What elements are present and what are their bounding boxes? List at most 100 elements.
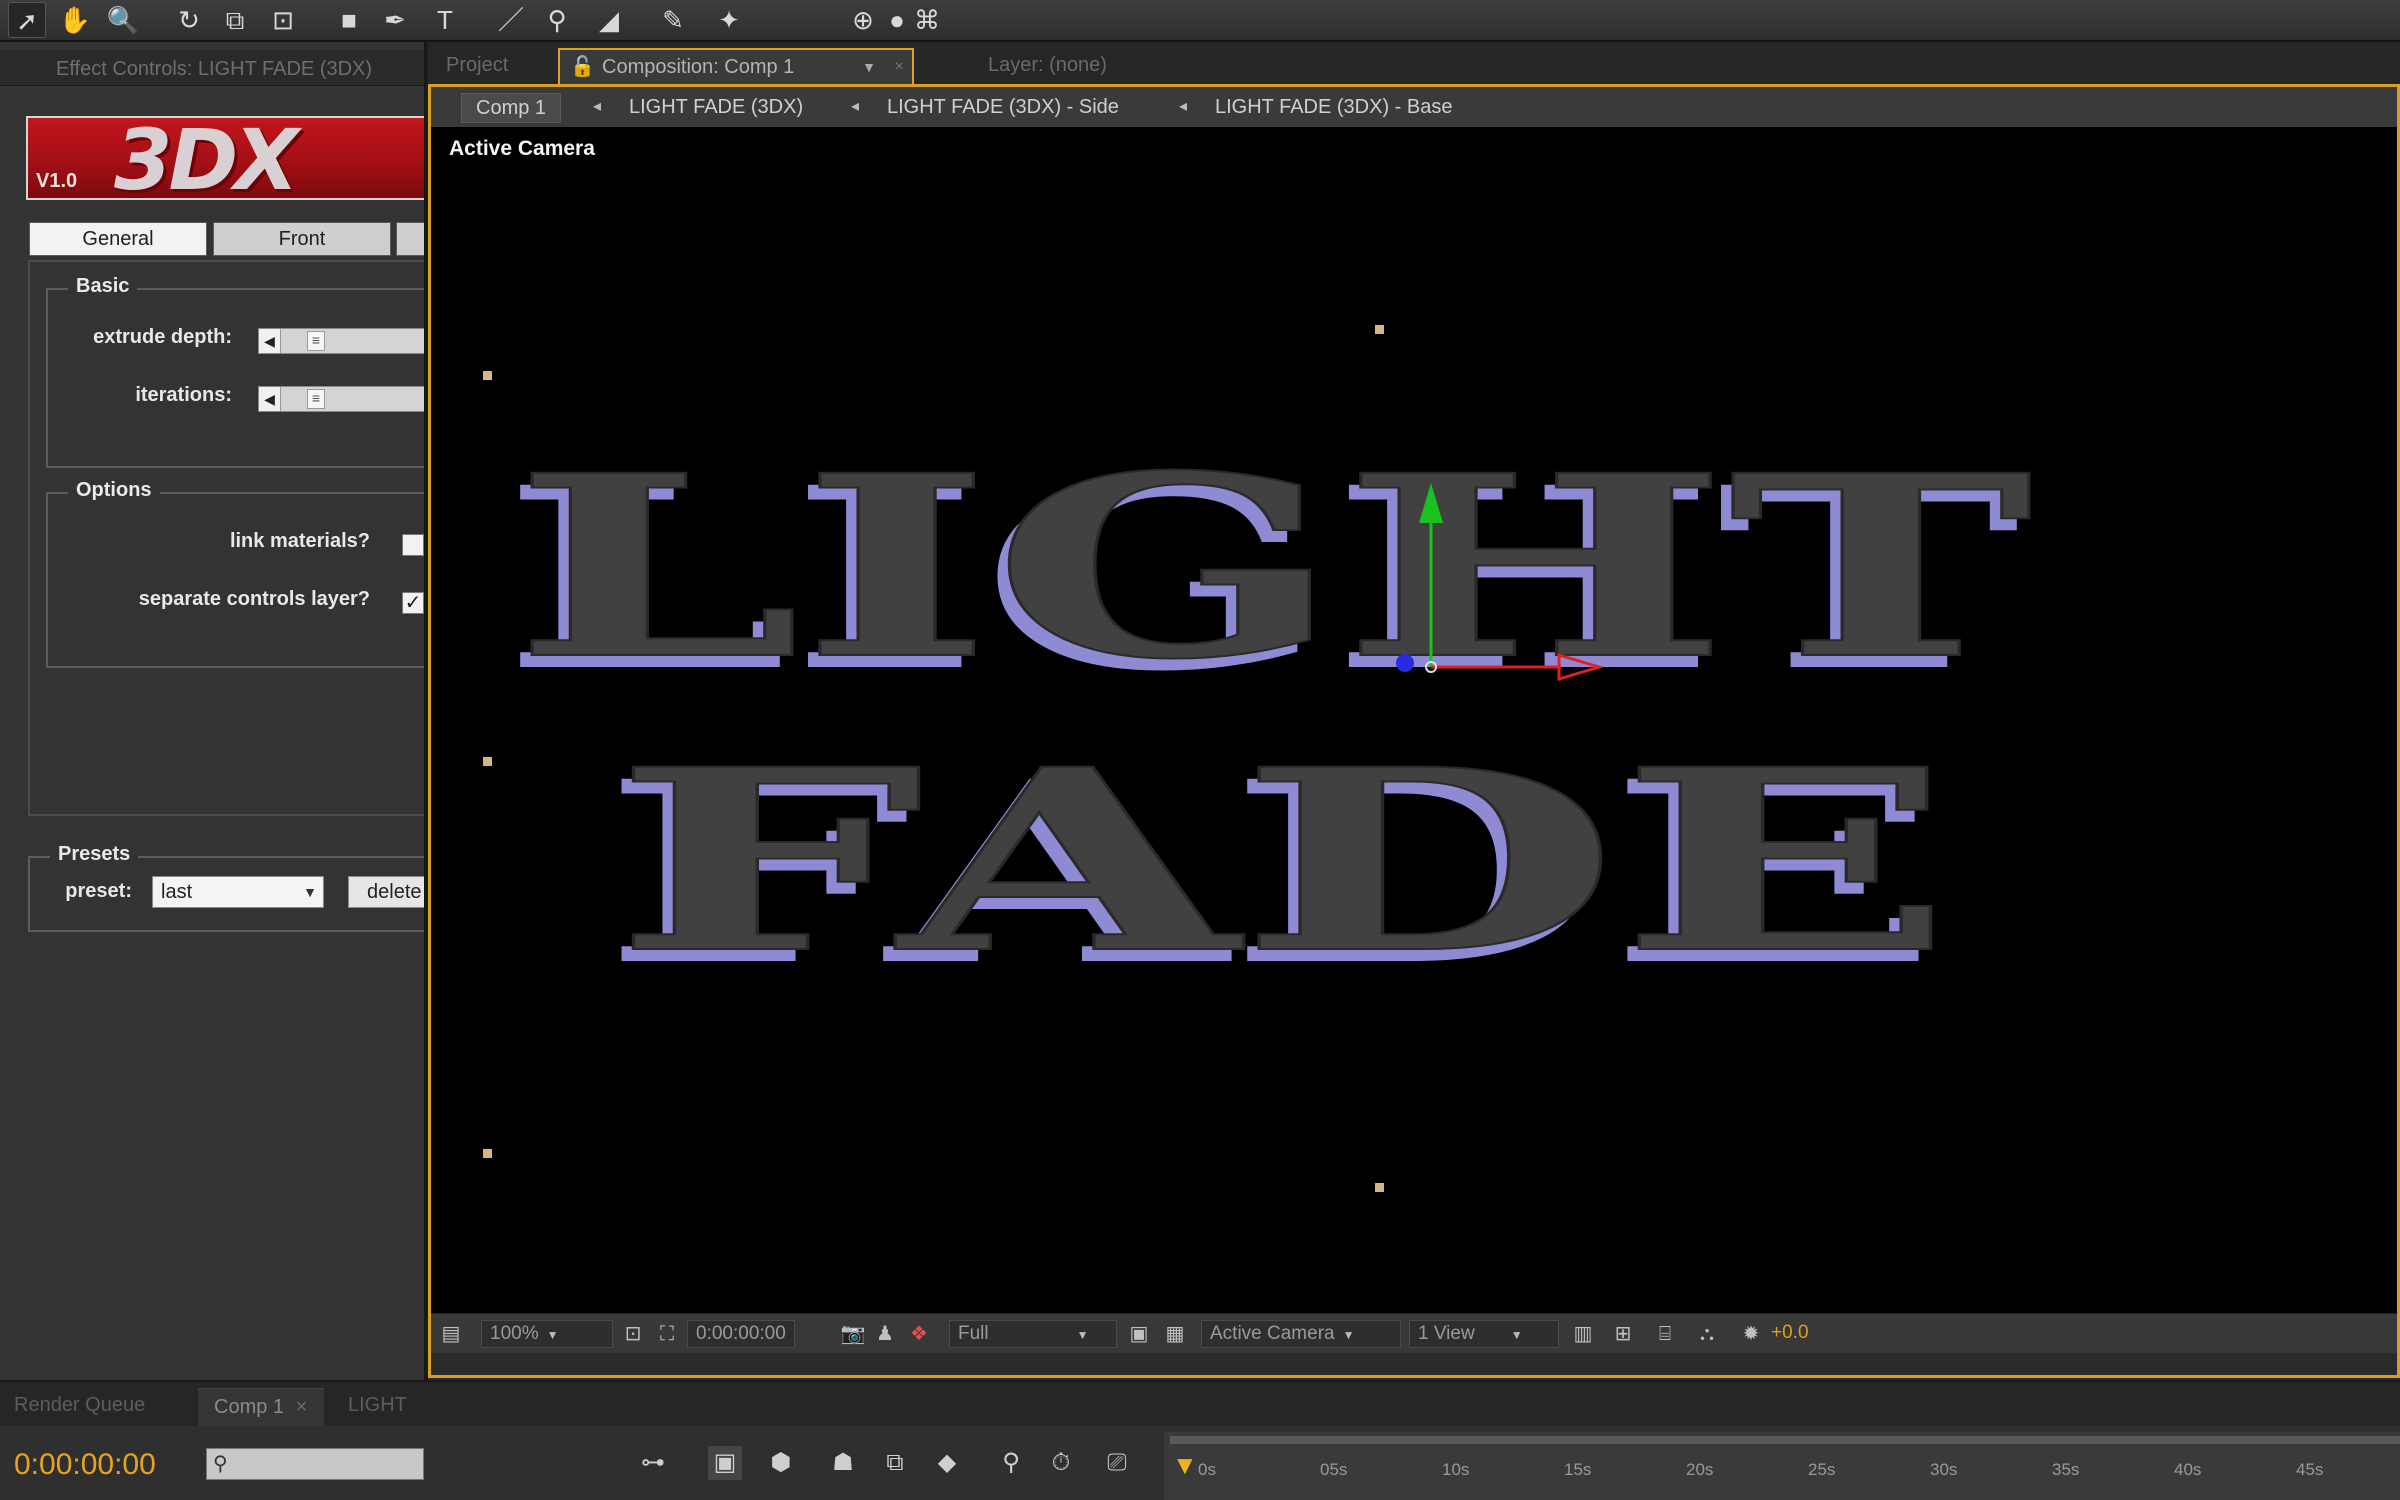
composition-viewer[interactable]: Active Camera LIGHT FADE LIGHT FADE — [431, 127, 2397, 1313]
breadcrumb-light-fade-base[interactable]: LIGHT FADE (3DX) - Base — [1215, 93, 1452, 121]
close-icon[interactable]: × — [296, 1396, 308, 1418]
tab-render-queue[interactable]: Render Queue — [14, 1394, 145, 1417]
show-snapshot-icon[interactable]: ♟ — [871, 1320, 899, 1348]
effect-controls-tab[interactable]: Effect Controls: LIGHT FADE (3DX) — [0, 50, 424, 86]
brush-tool-icon[interactable]: ／ — [492, 2, 530, 38]
camera-tool-icon[interactable]: ⧉ — [216, 2, 254, 38]
magnification-select[interactable]: 100% ▼ — [481, 1320, 613, 1348]
tab-layer[interactable]: Layer: (none) — [988, 48, 1107, 84]
chevron-down-icon[interactable]: ▼ — [862, 50, 876, 84]
local-axis-mode-icon[interactable]: ⊕ — [844, 2, 882, 38]
snapshot-icon[interactable]: 📷 — [839, 1320, 867, 1348]
resolution-select[interactable]: Full ▼ — [949, 1320, 1117, 1348]
chevron-down-icon: ▼ — [1510, 1328, 1523, 1342]
ruler-tick-label: 35s — [2052, 1460, 2080, 1479]
view-layout-value: 1 View — [1418, 1323, 1475, 1344]
draft-3d-icon[interactable]: ⬢ — [764, 1446, 798, 1480]
breadcrumb-separator-icon: ◂ — [1179, 98, 1188, 115]
tab-composition[interactable]: 🔓 Composition: Comp 1 ▼ × — [558, 48, 914, 84]
plugin-logo: 3DX — [114, 116, 299, 200]
lock-icon[interactable]: 🔓 — [570, 50, 595, 84]
text-front-faces: LIGHT FADE — [512, 419, 2034, 1009]
camera-view-select[interactable]: Active Camera ▼ — [1201, 1320, 1401, 1348]
ruler-tick-label: 0s — [1198, 1460, 1216, 1479]
composition-mini-flowchart-icon[interactable]: ⊶ — [636, 1446, 670, 1480]
breadcrumb-separator-icon: ◂ — [851, 98, 860, 115]
view-axis-mode-icon[interactable]: ⌘ — [908, 2, 946, 38]
current-time-display[interactable]: 0:00:00:00 — [687, 1320, 795, 1348]
panel-tab-bar: Project 🔓 Composition: Comp 1 ▼ × Layer:… — [428, 42, 2400, 84]
general-frame — [28, 260, 424, 816]
frame-blending-icon[interactable]: ⧉ — [878, 1446, 912, 1480]
breadcrumb-light-fade[interactable]: LIGHT FADE (3DX) — [629, 93, 803, 121]
tab-light[interactable]: LIGHT — [348, 1394, 407, 1417]
tab-composition-label: Composition: Comp 1 — [602, 56, 795, 78]
breadcrumb-separator-icon: ◂ — [593, 98, 602, 115]
fast-preview-toggle-icon[interactable]: ⊞ — [1609, 1320, 1637, 1348]
hand-tool-icon[interactable]: ✋ — [56, 2, 94, 38]
work-area-bar[interactable] — [1170, 1436, 2400, 1444]
clone-stamp-tool-icon[interactable]: ⚲ — [538, 2, 576, 38]
fit-icon[interactable]: ⊡ — [619, 1320, 647, 1348]
rectangle-tool-icon[interactable]: ■ — [330, 2, 368, 38]
camera-view-value: Active Camera — [1210, 1323, 1335, 1344]
view-layout-select[interactable]: 1 View ▼ — [1409, 1320, 1559, 1348]
preset-value: last — [161, 881, 193, 903]
effect-controls-tab-label: Effect Controls: LIGHT FADE (3DX) — [56, 58, 373, 80]
chevron-down-icon: ▼ — [1076, 1328, 1089, 1342]
pen-tool-icon[interactable]: ✒ — [376, 2, 414, 38]
close-icon[interactable]: × — [895, 50, 904, 84]
transparency-grid-icon[interactable]: ▦ — [1161, 1320, 1189, 1348]
breadcrumb-comp-1[interactable]: Comp 1 — [461, 93, 562, 123]
exposure-icon[interactable]: ✹ — [1737, 1320, 1765, 1348]
auto-keyframe-icon[interactable]: ⏱ — [1044, 1446, 1078, 1480]
tab-front[interactable]: Front — [213, 222, 391, 256]
ruler-tick-label: 20s — [1686, 1460, 1714, 1479]
timeline-tab-bar: Render Queue Comp 1 × LIGHT — [0, 1382, 2400, 1426]
always-preview-icon[interactable]: ▤ — [437, 1320, 465, 1348]
pan-behind-tool-icon[interactable]: ⊡ — [264, 2, 302, 38]
rotation-tool-icon[interactable]: ↻ — [170, 2, 208, 38]
word-fade[interactable]: FADE — [612, 713, 1954, 1009]
zoom-tool-icon[interactable]: 🔍 — [104, 2, 142, 38]
live-update-icon[interactable]: ▣ — [708, 1446, 742, 1480]
fast-previews-icon[interactable]: ▣ — [1125, 1320, 1153, 1348]
tab-comp-1-label: Comp 1 — [214, 1396, 285, 1418]
ruler-tick-label: 05s — [1320, 1460, 1348, 1479]
breadcrumb-light-fade-side[interactable]: LIGHT FADE (3DX) - Side — [887, 93, 1119, 121]
toggle-pixel-aspect-icon[interactable]: ▥ — [1569, 1320, 1597, 1348]
tab-comp-1[interactable]: Comp 1 × — [198, 1388, 324, 1426]
exposure-value[interactable]: +0.0 — [1771, 1320, 1809, 1348]
magnification-value: 100% — [490, 1323, 539, 1344]
preset-label: preset: — [65, 880, 132, 902]
graph-editor-icon[interactable]: ⎚ — [1100, 1446, 1134, 1480]
composition-frame: Comp 1 ◂ LIGHT FADE (3DX) ◂ LIGHT FADE (… — [428, 84, 2400, 1378]
hide-shy-layers-icon[interactable]: ☗ — [826, 1446, 860, 1480]
word-light[interactable]: LIGHT — [512, 419, 2034, 715]
motion-blur-icon[interactable]: ◆ — [930, 1446, 964, 1480]
timeline-current-time[interactable]: 0:00:00:00 — [14, 1448, 156, 1482]
brainstorm-icon[interactable]: ⚲ — [994, 1446, 1028, 1480]
delete-preset-button[interactable]: delete — [348, 876, 424, 908]
puppet-pin-tool-icon[interactable]: ✦ — [710, 2, 748, 38]
preset-select[interactable]: last ▼ — [152, 876, 324, 908]
color-channels-icon[interactable]: ❖ — [905, 1320, 933, 1348]
timeline-icon[interactable]: ⌸ — [1651, 1320, 1679, 1348]
selection-tool-icon[interactable]: ➚ — [8, 2, 46, 38]
timeline-panel: Render Queue Comp 1 × LIGHT 0:00:00:00 ⚲… — [0, 1380, 2400, 1500]
roto-brush-tool-icon[interactable]: ✎ — [654, 2, 692, 38]
playhead-icon[interactable]: ▼ — [1172, 1452, 1198, 1478]
effect-controls-panel: Effect Controls: LIGHT FADE (3DX) V1.0 3… — [0, 42, 426, 1380]
tab-project[interactable]: Project — [446, 48, 508, 84]
ruler-tick-label: 15s — [1564, 1460, 1592, 1479]
z-axis-handle-icon[interactable] — [1396, 654, 1414, 672]
tab-overflow[interactable] — [396, 222, 424, 256]
time-ruler[interactable]: ▼ 0s 05s 10s 15s 20s 25s 30s 35s 40s 45s — [1164, 1432, 2400, 1500]
eraser-tool-icon[interactable]: ◢ — [590, 2, 628, 38]
composition-panel: Project 🔓 Composition: Comp 1 ▼ × Layer:… — [428, 42, 2400, 1380]
region-of-interest-icon[interactable]: ⛶ — [653, 1320, 681, 1348]
flowchart-icon[interactable]: ⛬ — [1693, 1320, 1721, 1348]
tab-general[interactable]: General — [29, 222, 207, 256]
timeline-search-input[interactable]: ⚲ — [206, 1448, 424, 1480]
type-tool-icon[interactable]: T — [426, 2, 464, 38]
